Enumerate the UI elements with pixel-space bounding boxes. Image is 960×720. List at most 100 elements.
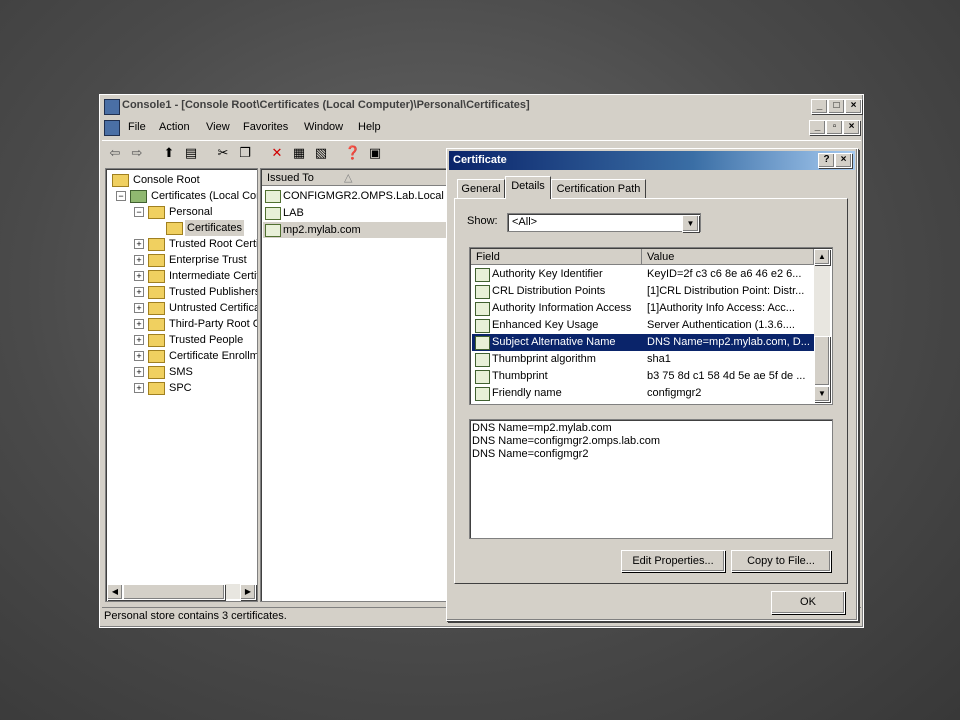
tab-certification-path[interactable]: Certification Path [551, 179, 646, 199]
scroll-down-icon[interactable]: ▼ [814, 386, 830, 402]
menu-action[interactable]: Action [159, 121, 190, 133]
menu-file[interactable]: File [128, 121, 146, 133]
tree-item-label: Intermediate Certif [169, 270, 258, 282]
grid-field: Authority Information Access [492, 302, 632, 314]
show-dropdown[interactable]: <All> ▼ [507, 213, 701, 232]
grid-value: b3 75 8d c1 58 4d 5e ae 5f de ... [647, 370, 806, 382]
list-item-label: CONFIGMGR2.OMPS.Lab.Local [283, 190, 444, 202]
grid-row[interactable]: Subject Alternative Name DNS Name=mp2.myl… [472, 334, 814, 351]
grid-row[interactable]: CRL Distribution Points [1]CRL Distributi… [472, 283, 814, 300]
dialog-titlebar[interactable]: Certificate ? × [449, 151, 855, 170]
tree-item[interactable]: + SPC [106, 380, 256, 396]
tree-item[interactable]: Console Root [106, 172, 256, 188]
tree-item[interactable]: + SMS [106, 364, 256, 380]
ok-button[interactable]: OK [771, 591, 845, 614]
scroll-right-icon[interactable]: ▶ [240, 584, 256, 600]
mmc-titlebar[interactable]: Console1 - [Console Root\Certificates (L… [102, 97, 862, 115]
grid-vscrollbar[interactable]: ▲ ▼ [814, 249, 830, 402]
list-item[interactable]: LAB [263, 205, 449, 221]
tree-item-label: Third-Party Root C [169, 318, 258, 330]
expand-icon[interactable]: + [134, 271, 144, 281]
expand-icon[interactable]: + [134, 255, 144, 265]
grid-scroll-thumb[interactable] [814, 336, 830, 386]
minimize-button[interactable]: _ [811, 99, 828, 114]
export-list-icon[interactable]: ▧ [312, 144, 330, 162]
close-button[interactable]: × [845, 99, 862, 114]
grid-row[interactable]: Authority Information Access [1]Authority… [472, 300, 814, 317]
tree-item[interactable]: + Trusted Root Certi [106, 236, 257, 252]
grid-value: sha1 [647, 353, 671, 365]
show-hide-tree-icon[interactable]: ▤ [182, 144, 200, 162]
tab-details[interactable]: Details [505, 176, 551, 199]
console-menu-icon[interactable] [104, 120, 120, 136]
tree-item[interactable]: − Certificates (Local Com [106, 188, 257, 204]
grid-row[interactable]: Authority Key Identifier KeyID=2f c3 c6 8… [472, 266, 814, 283]
column-header-issued-to[interactable]: Issued To △ [262, 170, 450, 186]
tree-item[interactable]: + Trusted Publishers [106, 284, 257, 300]
tree-item[interactable]: + Enterprise Trust [106, 252, 256, 268]
expand-icon[interactable]: + [134, 367, 144, 377]
dialog-close-button[interactable]: × [835, 153, 852, 168]
expand-icon[interactable]: + [134, 287, 144, 297]
grid-row[interactable]: Friendly name configmgr2 [472, 385, 814, 402]
tab-general[interactable]: General [457, 179, 505, 199]
menu-favorites[interactable]: Favorites [243, 121, 288, 133]
edit-properties-button[interactable]: Edit Properties... [621, 550, 725, 572]
fields-grid: Field Value Authority Key Identifier KeyI… [469, 247, 833, 405]
expand-icon[interactable]: + [134, 239, 144, 249]
menu-help[interactable]: Help [358, 121, 381, 133]
collapse-icon[interactable]: − [116, 191, 126, 201]
tree-item[interactable]: + Third-Party Root C [106, 316, 258, 332]
child-close-button[interactable]: × [843, 120, 860, 135]
child-minimize-button[interactable]: _ [809, 120, 826, 135]
scroll-left-icon[interactable]: ◀ [107, 584, 123, 600]
grid-field: Authority Key Identifier [492, 268, 603, 280]
up-one-level-icon[interactable]: ⬆ [160, 144, 178, 162]
expand-icon[interactable]: + [134, 303, 144, 313]
scroll-thumb[interactable] [123, 584, 225, 600]
tree-item[interactable]: − Personal [106, 204, 256, 220]
column-header-field[interactable]: Field [471, 249, 642, 265]
maximize-button[interactable]: □ [828, 99, 845, 114]
folder-icon [148, 382, 165, 395]
list-item[interactable]: CONFIGMGR2.OMPS.Lab.Local [263, 188, 449, 204]
help-icon[interactable]: ❓ [344, 144, 362, 162]
expand-icon[interactable]: + [134, 351, 144, 361]
scroll-up-icon[interactable]: ▲ [814, 249, 830, 265]
tree-item[interactable]: + Intermediate Certif [106, 268, 258, 284]
mmc-title: Console1 - [Console Root\Certificates (L… [122, 99, 530, 111]
help-button[interactable]: ? [818, 153, 835, 168]
copy-to-file-button[interactable]: Copy to File... [731, 550, 831, 572]
properties-icon[interactable]: ▦ [290, 144, 308, 162]
collapse-icon[interactable]: − [134, 207, 144, 217]
tree-item[interactable]: Certificates [106, 220, 256, 236]
delete-icon[interactable]: ✕ [268, 144, 286, 162]
expand-icon[interactable]: + [134, 319, 144, 329]
field-value-box[interactable]: DNS Name=mp2.mylab.com DNS Name=configmg… [469, 419, 833, 539]
grid-row[interactable]: Thumbprint algorithm sha1 [472, 351, 814, 368]
tree-item[interactable]: + Untrusted Certifica [106, 300, 257, 316]
cut-icon[interactable]: ✂ [214, 144, 232, 162]
tree-hscrollbar[interactable]: ◀ ▶ [107, 584, 256, 600]
grid-row[interactable]: Thumbprint b3 75 8d c1 58 4d 5e ae 5f de … [472, 368, 814, 385]
tree-item[interactable]: + Trusted People [106, 332, 256, 348]
copy-icon[interactable]: ❐ [236, 144, 254, 162]
list-item-selected[interactable]: mp2.mylab.com [263, 222, 449, 238]
back-icon[interactable]: ⇦ [106, 144, 124, 162]
grid-row[interactable]: Enhanced Key Usage Server Authentication … [472, 317, 814, 334]
child-restore-button[interactable]: ▫ [826, 120, 843, 135]
menu-view[interactable]: View [206, 121, 230, 133]
column-header-label: Issued To [267, 172, 314, 184]
sort-arrow-icon: △ [344, 172, 353, 184]
tree-item[interactable]: + Certificate Enrollme [106, 348, 257, 364]
forward-icon[interactable]: ⇨ [128, 144, 146, 162]
menu-window[interactable]: Window [304, 121, 343, 133]
detail-line: DNS Name=configmgr2.omps.lab.com [472, 435, 660, 447]
column-header-value[interactable]: Value [642, 249, 814, 265]
menubar: File Action View Favorites Window Help _… [102, 117, 861, 137]
action-pane-icon[interactable]: ▣ [366, 144, 384, 162]
show-dropdown-value: <All> [512, 216, 538, 228]
expand-icon[interactable]: + [134, 335, 144, 345]
expand-icon[interactable]: + [134, 383, 144, 393]
dropdown-arrow-icon[interactable]: ▼ [682, 215, 699, 232]
